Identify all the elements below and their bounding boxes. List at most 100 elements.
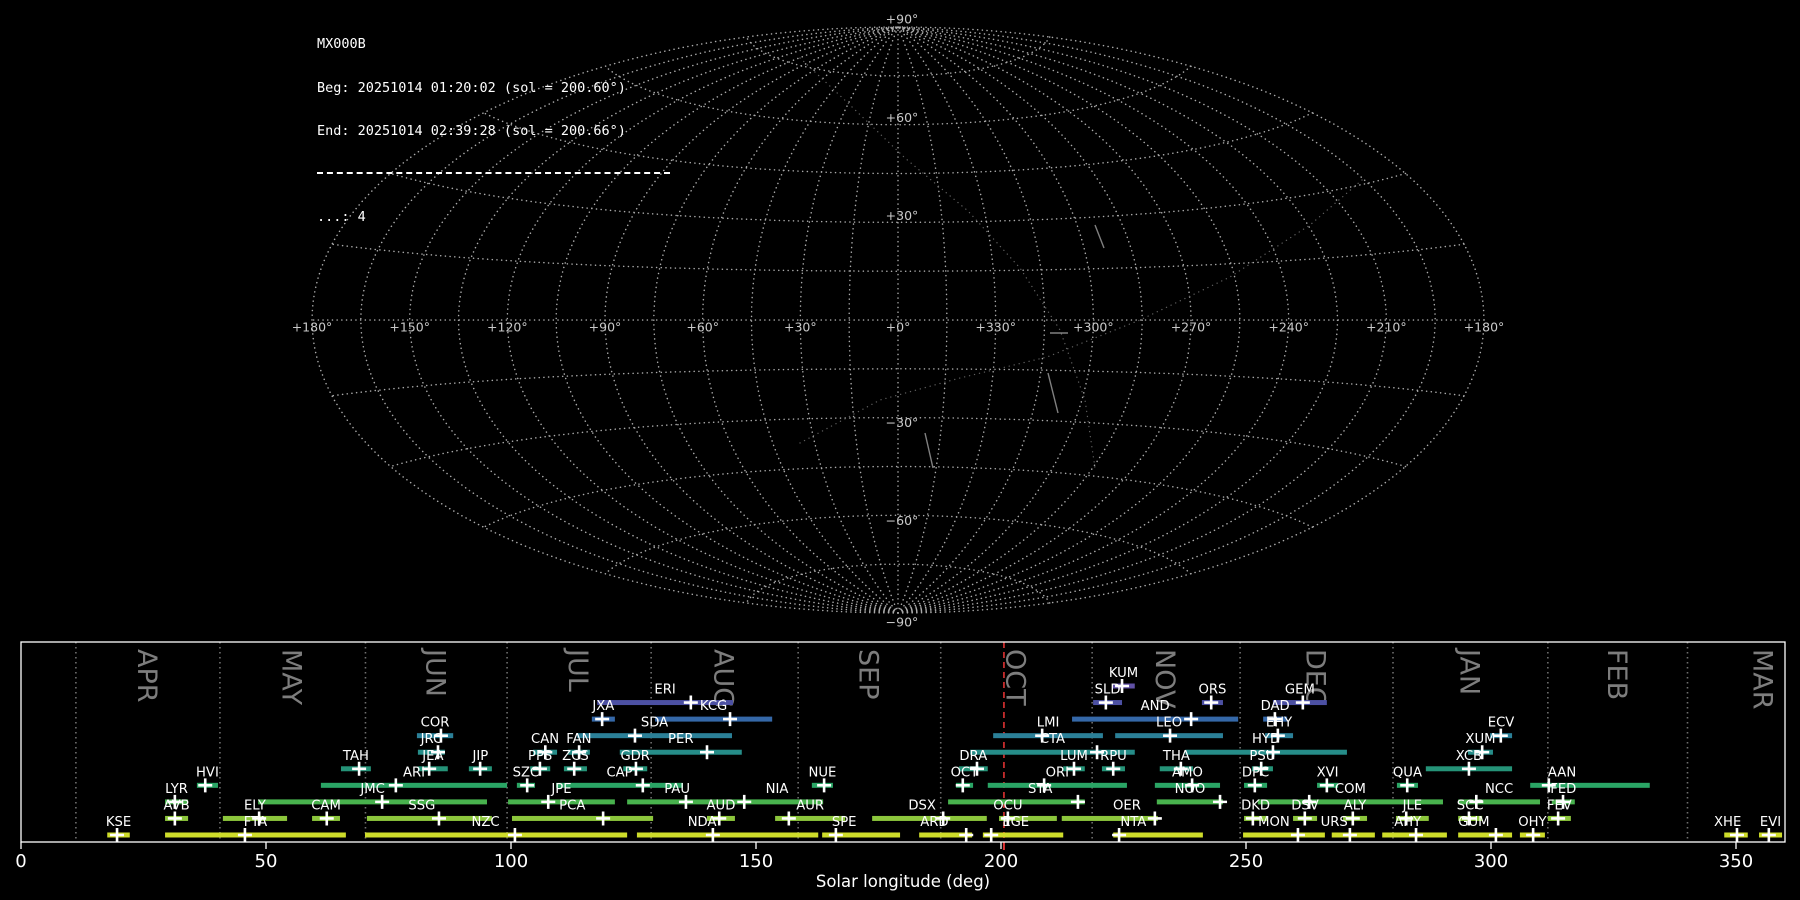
shower-peak-marker — [237, 827, 252, 842]
shower-code-label: ORI — [1046, 765, 1069, 780]
shower-code-label: DSV — [1291, 798, 1319, 813]
grid-meridian — [897, 26, 1192, 614]
shower-peak-marker — [110, 827, 125, 842]
shower-peak-marker — [817, 778, 832, 793]
meteor-trail — [924, 432, 934, 469]
shower-peak-marker — [352, 761, 367, 776]
shower-code-label: KUM — [1109, 666, 1138, 681]
shower-peak-marker — [737, 794, 752, 809]
shower-code-label: URS — [1321, 815, 1348, 830]
x-axis-tick-label: 150 — [739, 851, 773, 872]
shower-code-label: ERI — [654, 683, 675, 698]
pole-label-north: +90° — [886, 12, 919, 27]
shower-peak-marker — [1409, 827, 1424, 842]
separator-dashes — [317, 171, 670, 174]
shower-peak-marker — [984, 827, 999, 842]
x-axis-tick-label: 0 — [15, 851, 26, 872]
shower-code-label: AHY — [1394, 815, 1422, 830]
x-axis-tick-label: 300 — [1474, 851, 1508, 872]
shower-code-label: COR — [421, 716, 450, 731]
month-label: MAY — [275, 649, 306, 706]
shower-code-label: ZCS — [562, 749, 589, 764]
x-axis-tick-label: 350 — [1719, 851, 1753, 872]
shower-peak-marker — [700, 745, 714, 760]
shower-peak-marker — [473, 761, 488, 776]
shower-peak-marker — [1342, 827, 1357, 842]
shower-peak-marker — [828, 827, 843, 842]
meteor-trail — [1094, 224, 1105, 249]
lon-label: +300° — [1073, 320, 1114, 335]
lon-label: +90° — [589, 320, 622, 335]
lon-label: +120° — [487, 320, 528, 335]
shower-peak-marker — [1400, 778, 1415, 793]
shower-code-label: OER — [1113, 798, 1141, 813]
session-end: End: 20251014 02:39:28 (sol = 200.66°) — [317, 123, 626, 139]
shower-peak-marker — [1247, 778, 1262, 793]
shower-code-label: FEV — [1547, 798, 1572, 813]
shower-peak-marker — [198, 778, 213, 793]
lat-label: −60° — [886, 513, 919, 528]
shower-code-label: LMI — [1037, 716, 1060, 731]
shower-code-label: GDR — [620, 749, 650, 764]
shower-bar — [511, 815, 654, 821]
shower-code-label: XHE — [1714, 815, 1741, 830]
plot-canvas: +180° +150° +120° +90° +60° +30° +0° +330° +300°… — [15, 12, 1786, 891]
shower-code-label: JEA — [421, 749, 443, 764]
lon-label: +270° — [1171, 320, 1212, 335]
shower-peak-marker — [1461, 761, 1476, 776]
shower-code-label: LUM — [1060, 749, 1088, 764]
shower-peak-marker — [1345, 811, 1360, 826]
ecliptic-curve — [799, 57, 1096, 469]
shower-code-label: JXA — [591, 699, 614, 714]
session-begin: Beg: 20251014 01:20:02 (sol = 200.60°) — [317, 79, 626, 96]
shower-code-label: NTA — [1120, 815, 1146, 830]
shower-code-label: OCT — [951, 765, 980, 780]
shower-code-label: SDA — [641, 716, 668, 731]
shower-code-label: EGE — [1002, 815, 1029, 830]
shower-code-label: DPC — [1242, 765, 1269, 780]
shower-code-label: SPE — [832, 815, 857, 830]
shower-code-label: GEM — [1285, 683, 1315, 698]
shower-code-label: AVB — [163, 798, 189, 813]
lon-label: +30° — [784, 320, 817, 335]
shower-peak-marker — [1297, 811, 1312, 826]
shower-code-label: NIA — [766, 782, 789, 797]
shower-code-label: JPE — [550, 782, 571, 797]
shower-code-label: SSG — [408, 798, 435, 813]
ecliptic-curve — [799, 179, 1363, 444]
lat-label: +60° — [886, 110, 919, 125]
shower-code-label: AUD — [707, 798, 736, 813]
shower-code-label: FED — [1550, 782, 1576, 797]
lon-label: +210° — [1366, 320, 1407, 335]
meteor-observation-app: MX000B Beg: 20251014 01:20:02 (sol = 200… — [0, 0, 1800, 900]
shower-peak-marker — [723, 712, 738, 727]
lat-label: −30° — [886, 415, 919, 430]
shower-peak-marker — [959, 827, 974, 842]
lat-label: +30° — [886, 208, 919, 223]
shower-code-label: AUR — [796, 798, 824, 813]
shower-code-label: ELY — [244, 798, 267, 813]
month-label: JUL — [562, 647, 593, 692]
shower-bar — [655, 716, 773, 722]
month-label: SEP — [853, 649, 884, 699]
shower-peak-marker — [1761, 827, 1776, 842]
shower-peak-marker — [1067, 761, 1082, 776]
x-axis-title: Solar longitude (deg) — [816, 872, 990, 891]
shower-code-label: TAH — [342, 749, 369, 764]
shower-bar — [577, 733, 732, 739]
shower-peak-marker — [1098, 695, 1113, 710]
shower-code-label: ORS — [1198, 683, 1226, 698]
shower-peak-marker — [1290, 827, 1305, 842]
shower-peak-marker — [955, 778, 970, 793]
month-label: JAN — [1453, 647, 1484, 695]
shower-code-label: ECV — [1488, 716, 1515, 731]
shower-code-label: KSE — [106, 815, 131, 830]
shower-peak-marker — [1551, 811, 1566, 826]
shower-peak-marker — [319, 811, 334, 826]
shower-code-label: EHY — [1266, 716, 1293, 731]
month-label: MAR — [1746, 649, 1777, 710]
shower-peak-marker — [1488, 827, 1503, 842]
shower-code-label: DRA — [959, 749, 987, 764]
shower-code-label: JMC — [359, 782, 384, 797]
shower-code-label: PPS — [528, 749, 552, 764]
